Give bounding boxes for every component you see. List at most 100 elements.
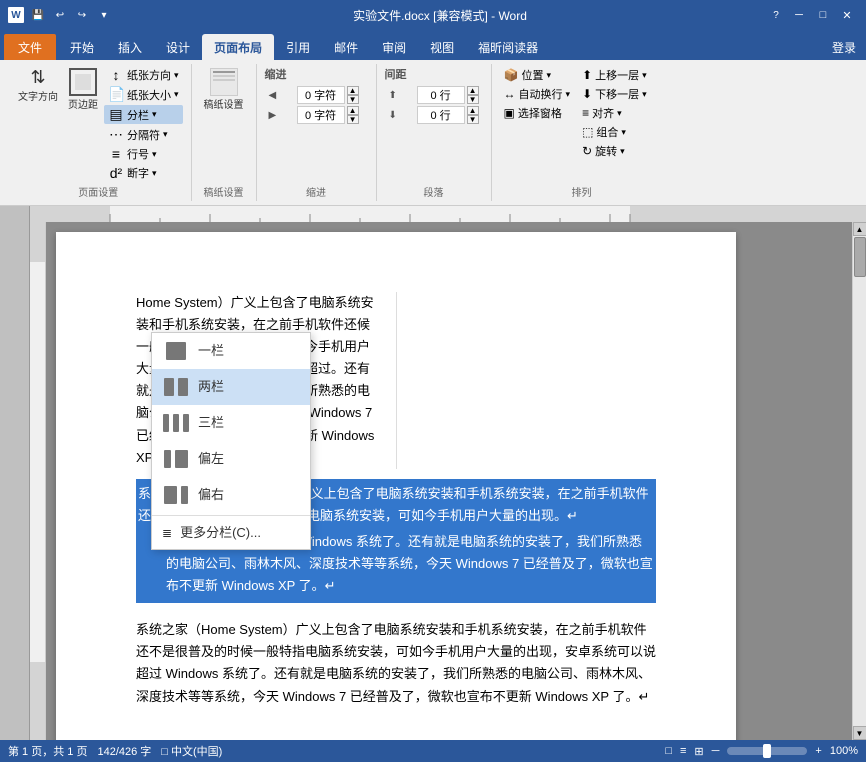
ribbon-group-arrange: 📦 位置 ▾ ↔ 自动换行 ▾ ▣ 选择窗格 <box>492 64 672 201</box>
ribbon-group-spacing: 间距 ⬆ ▲ ▼ ⬇ ▲ <box>377 64 492 201</box>
ribbon-group-page-setup: ⇅ 文字方向 页边距 ↕ 纸张方向 ▾ <box>6 64 192 201</box>
position-button[interactable]: 📦 位置 ▾ <box>500 66 575 84</box>
spacing-before-down[interactable]: ▼ <box>467 95 479 104</box>
ruler-marks <box>30 206 866 222</box>
one-col-icon <box>162 339 190 363</box>
indent-right-spin: ▲ ▼ <box>347 106 359 124</box>
spacing-area: ⬆ ▲ ▼ ⬇ ▲ ▼ <box>385 84 483 126</box>
tab-references[interactable]: 引用 <box>274 34 322 60</box>
breaks-button[interactable]: ⋯ 分隔符 ▾ <box>104 125 183 144</box>
line-numbers-button[interactable]: ≡ 行号 ▾ <box>104 145 183 163</box>
tab-insert[interactable]: 插入 <box>106 34 154 60</box>
tab-view[interactable]: 视图 <box>418 34 466 60</box>
send-backward-button[interactable]: ⬇ 下移一层 ▾ <box>578 85 651 103</box>
undo-button[interactable]: ↩ <box>50 5 70 25</box>
indent-right-up[interactable]: ▲ <box>347 106 359 115</box>
tab-mailings[interactable]: 邮件 <box>322 34 370 60</box>
zoom-out-button[interactable]: ─ <box>712 745 720 757</box>
align-button[interactable]: ≡ 对齐 ▾ <box>578 104 651 122</box>
menu-more-columns[interactable]: ≣ 更多分栏(C)... <box>152 518 310 549</box>
login-button[interactable]: 登录 <box>822 35 866 60</box>
save-button[interactable]: 💾 <box>28 5 48 25</box>
help-button[interactable]: ? <box>766 5 786 25</box>
v-ruler-marks <box>30 222 46 740</box>
hyphenation-button[interactable]: d² 断字 ▾ <box>104 164 183 182</box>
spacing-group-label: 段落 <box>385 182 483 199</box>
menu-three-col[interactable]: 三栏 <box>152 405 310 441</box>
spacing-after-spin: ▲ ▼ <box>467 106 479 124</box>
vertical-scrollbar[interactable]: ▲ ▼ <box>852 222 866 740</box>
tab-home[interactable]: 开始 <box>58 34 106 60</box>
indent-right-row: ▶ ▲ ▼ <box>269 106 359 124</box>
tab-design[interactable]: 设计 <box>154 34 202 60</box>
menu-right-col[interactable]: 偏右 <box>152 477 310 513</box>
minimize-button[interactable]: ─ <box>788 5 810 25</box>
language-icon: □ <box>161 746 168 758</box>
spacing-before-up[interactable]: ▲ <box>467 86 479 95</box>
paper-orientation-button[interactable]: ↕ 纸张方向 ▾ <box>104 66 183 84</box>
zoom-percent: 100% <box>830 745 858 757</box>
spacing-after-up[interactable]: ▲ <box>467 106 479 115</box>
indent-right-input[interactable] <box>297 106 345 124</box>
two-col-svg <box>162 376 190 398</box>
zoom-slider[interactable] <box>727 747 807 755</box>
view-print-icon[interactable]: ≡ <box>680 745 686 757</box>
spacing-before-input[interactable] <box>417 86 465 104</box>
indent-left-up[interactable]: ▲ <box>347 86 359 95</box>
margins-button[interactable]: 页边距 <box>64 66 102 113</box>
dropdown-menu: 一栏 <box>151 332 311 550</box>
close-button[interactable]: ✕ <box>836 5 858 25</box>
view-web-icon[interactable]: ⊞ <box>694 745 703 758</box>
right-col-label: 偏右 <box>198 485 224 506</box>
auto-replace-button[interactable]: ↔ 自动换行 ▾ <box>500 85 575 103</box>
small-buttons-group: ↕ 纸张方向 ▾ 📄 纸张大小 ▾ ▤ 分栏 ▾ <box>104 66 183 182</box>
indent-content: 缩进 ◀ ▲ ▼ ▶ ▲ <box>265 66 363 182</box>
view-normal-icon[interactable]: □ <box>665 745 672 757</box>
ruler-vertical <box>30 222 46 740</box>
scroll-track[interactable] <box>853 236 866 726</box>
scroll-up-button[interactable]: ▲ <box>853 222 866 236</box>
indent-area: ◀ ▲ ▼ ▶ ▲ ▼ <box>265 84 363 126</box>
redo-button[interactable]: ↪ <box>72 5 92 25</box>
restore-button[interactable]: □ <box>812 5 834 25</box>
menu-left-col[interactable]: 偏左 <box>152 441 310 477</box>
paper-size-button[interactable]: 📄 纸张大小 ▾ <box>104 85 183 104</box>
draft-label: 稿纸设置 <box>200 182 248 199</box>
tab-review[interactable]: 审阅 <box>370 34 418 60</box>
indent-label: 缩进 <box>265 66 287 82</box>
tab-reader[interactable]: 福昕阅读器 <box>466 34 550 60</box>
selection-pane-button[interactable]: ▣ 选择窗格 <box>500 104 575 122</box>
content-area: Home System）广义上包含了电脑系统安装和手机系统安装，在之前手机软件还… <box>0 206 866 740</box>
rotate-button[interactable]: ↻ 旋转 ▾ <box>578 142 651 160</box>
menu-separator <box>152 515 310 516</box>
bring-forward-button[interactable]: ⬆ 上移一层 ▾ <box>578 66 651 84</box>
more-col-icon: ≣ <box>162 524 172 543</box>
menu-two-col[interactable]: 两栏 <box>152 369 310 405</box>
customize-quick-access[interactable]: ▾ <box>94 5 114 25</box>
text-direction-button[interactable]: ⇅ 文字方向 <box>14 66 62 105</box>
right-col-icon <box>162 483 190 507</box>
indent-left-input[interactable] <box>297 86 345 104</box>
tab-layout[interactable]: 页面布局 <box>202 34 274 60</box>
zoom-in-button[interactable]: + <box>815 745 821 757</box>
columns-button[interactable]: ▤ 分栏 ▾ <box>104 105 183 124</box>
three-col-icon <box>162 411 190 435</box>
group-button[interactable]: ⬚ 组合 ▾ <box>578 123 651 141</box>
indent-right-down[interactable]: ▼ <box>347 115 359 124</box>
spacing-after-row: ⬇ ▲ ▼ <box>389 106 479 124</box>
draft-button[interactable]: 稿纸设置 <box>200 66 248 113</box>
spacing-after-down[interactable]: ▼ <box>467 115 479 124</box>
tab-file[interactable]: 文件 <box>4 34 56 60</box>
group-label: 页面设置 <box>14 182 183 199</box>
scroll-thumb[interactable] <box>854 237 866 277</box>
scroll-down-button[interactable]: ▼ <box>853 726 866 740</box>
indent-left-down[interactable]: ▼ <box>347 95 359 104</box>
page-area[interactable]: Home System）广义上包含了电脑系统安装和手机系统安装，在之前手机软件还… <box>46 222 852 740</box>
three-col-svg <box>162 412 190 434</box>
ribbon-tab-bar: 文件 开始 插入 设计 页面布局 引用 邮件 审阅 视图 福昕阅读器 登录 <box>0 30 866 60</box>
left-col-svg <box>162 448 190 470</box>
ruler-vertical-label <box>0 206 30 740</box>
menu-one-col[interactable]: 一栏 <box>152 333 310 369</box>
spacing-after-input[interactable] <box>417 106 465 124</box>
one-col-label: 一栏 <box>198 341 224 362</box>
